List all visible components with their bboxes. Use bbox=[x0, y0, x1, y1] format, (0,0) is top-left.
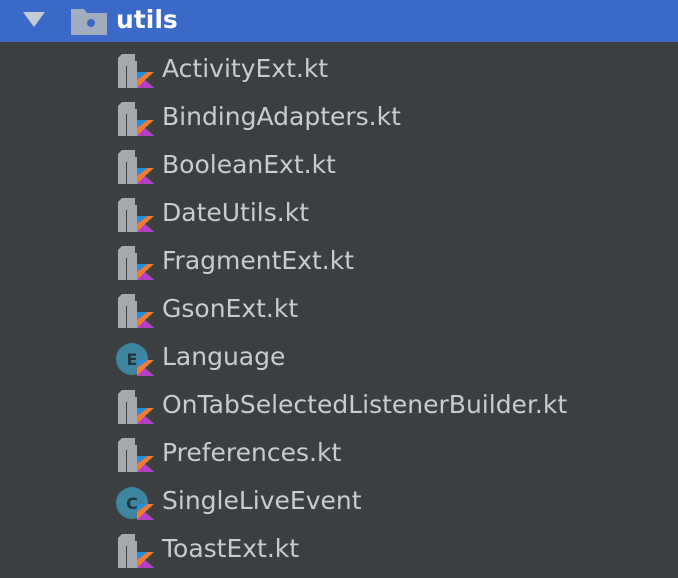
file-label: BooleanExt.kt bbox=[162, 150, 336, 179]
file-row[interactable]: Preferences.kt bbox=[0, 429, 678, 477]
file-row[interactable]: E Language bbox=[0, 333, 678, 381]
kotlin-file-icon bbox=[118, 390, 154, 424]
kotlin-class-icon: C bbox=[116, 487, 154, 520]
file-label: Language bbox=[162, 342, 286, 371]
kotlin-file-icon bbox=[118, 438, 154, 472]
file-row[interactable]: BooleanExt.kt bbox=[0, 141, 678, 189]
kotlin-enum-icon: E bbox=[116, 343, 154, 376]
svg-text:E: E bbox=[127, 350, 138, 369]
file-row[interactable]: OnTabSelectedListenerBuilder.kt bbox=[0, 381, 678, 429]
project-tree: utils ActivityExt.kt BindingAdapters.kt bbox=[0, 0, 678, 578]
file-label: DateUtils.kt bbox=[162, 198, 309, 227]
svg-text:C: C bbox=[126, 494, 138, 513]
kotlin-file-icon bbox=[118, 150, 154, 184]
file-row[interactable]: FragmentExt.kt bbox=[0, 237, 678, 285]
kotlin-file-icon bbox=[118, 294, 154, 328]
file-label: FragmentExt.kt bbox=[162, 246, 355, 275]
file-label: GsonExt.kt bbox=[162, 294, 299, 323]
kotlin-file-icon bbox=[118, 198, 154, 232]
folder-row-utils[interactable]: utils bbox=[0, 0, 678, 42]
expand-arrow-icon[interactable] bbox=[23, 12, 45, 27]
file-label: BindingAdapters.kt bbox=[162, 102, 401, 131]
file-row[interactable]: DateUtils.kt bbox=[0, 189, 678, 237]
file-label: ActivityExt.kt bbox=[162, 54, 329, 83]
kotlin-file-icon bbox=[118, 246, 154, 280]
file-row[interactable]: GsonExt.kt bbox=[0, 285, 678, 333]
file-row[interactable]: ToastExt.kt bbox=[0, 525, 678, 573]
file-row[interactable]: ActivityExt.kt bbox=[0, 45, 678, 93]
folder-icon bbox=[71, 9, 107, 35]
file-label: Preferences.kt bbox=[162, 438, 342, 467]
kotlin-file-icon bbox=[118, 54, 154, 88]
file-label: ToastExt.kt bbox=[162, 534, 300, 563]
file-row[interactable]: C SingleLiveEvent bbox=[0, 477, 678, 525]
file-label: OnTabSelectedListenerBuilder.kt bbox=[162, 390, 568, 419]
kotlin-file-icon bbox=[118, 102, 154, 136]
folder-label: utils bbox=[116, 5, 178, 34]
kotlin-file-icon bbox=[118, 534, 154, 568]
file-row[interactable]: BindingAdapters.kt bbox=[0, 93, 678, 141]
file-label: SingleLiveEvent bbox=[162, 486, 362, 515]
